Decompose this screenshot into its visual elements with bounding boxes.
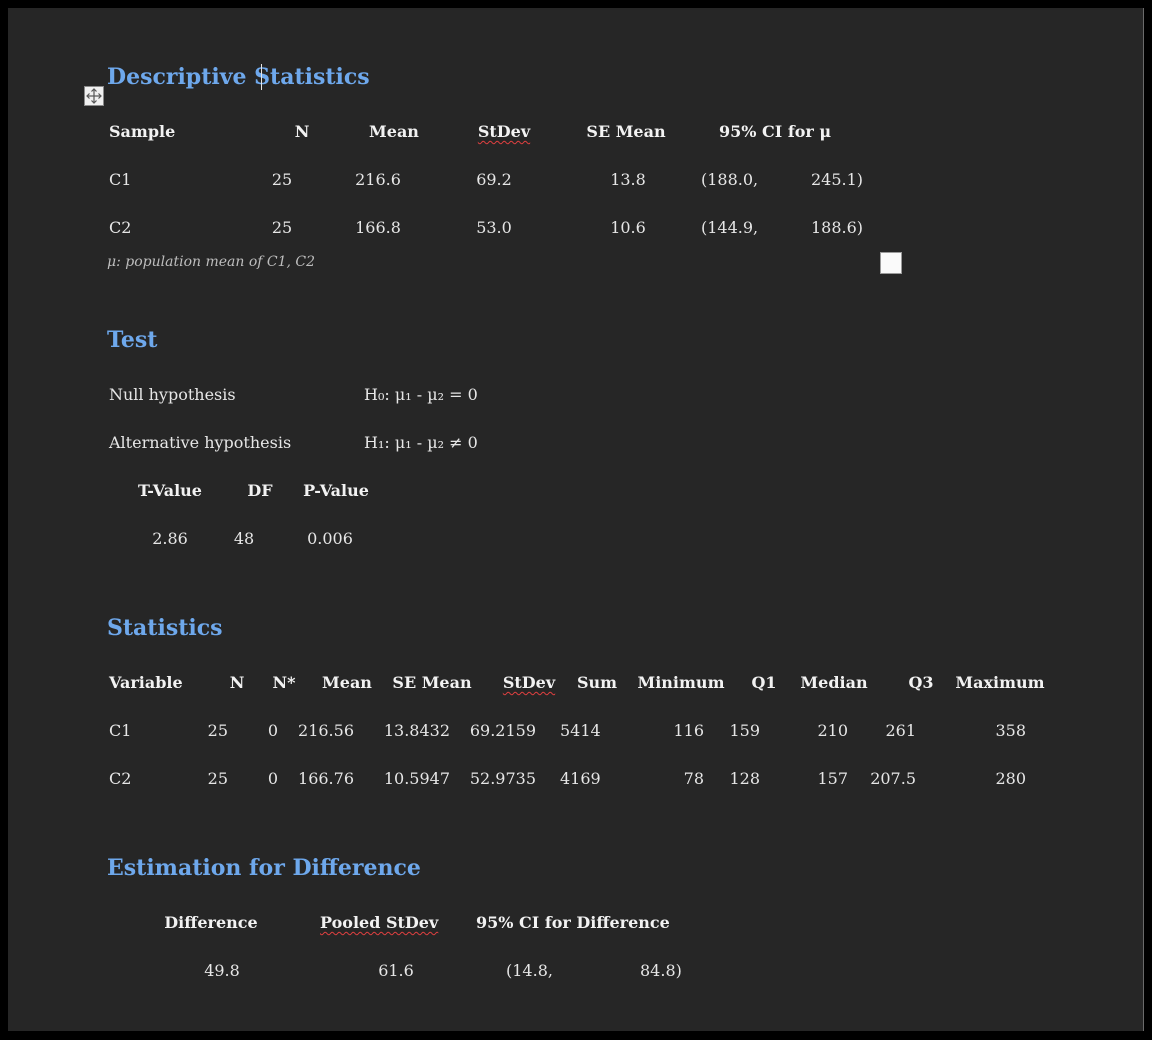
cell-sum: 4169 [560,769,601,788]
population-mean-note: μ: population mean of C1, C2 [107,254,316,270]
cell-mean: 166.76 [298,769,354,788]
checkbox-icon[interactable] [880,252,902,274]
header-variable: Variable [109,673,183,692]
cell-q1: 128 [729,769,760,788]
null-hypothesis-label: Null hypothesis [109,385,236,404]
cell-maximum: 358 [995,721,1026,740]
header-ci-difference: 95% CI for Difference [476,913,670,932]
p-value: 0.006 [307,529,353,548]
header-t-value: T-Value [138,481,202,500]
header-q1: Q1 [751,673,777,692]
estimation-heading: Estimation for Difference [107,855,421,881]
cell-ci-low: (188.0, [701,170,759,189]
cell-minimum: 78 [683,769,704,788]
document-page: Descriptive Statistics Sample N Mean StD… [8,8,1144,1031]
cell-n-star: 0 [267,721,278,740]
cell-stdev: 52.9735 [469,769,536,788]
t-value: 2.86 [152,529,188,548]
header-stdev: StDev [502,673,556,692]
move-arrows-icon [86,88,102,104]
cell-median: 157 [817,769,848,788]
cell-stdev: 53.0 [476,218,512,237]
ci-low-value: (14.8, [506,961,553,980]
cell-n: 25 [207,769,228,788]
header-mean: Mean [322,673,372,692]
cell-n-star: 0 [267,769,278,788]
header-se-mean: SE Mean [586,122,666,141]
header-difference: Difference [164,913,258,932]
cell-q3: 207.5 [870,769,916,788]
null-hypothesis-value: H₀: μ₁ - µ₂ = 0 [364,385,478,404]
header-n: N [229,673,245,692]
cell-stdev: 69.2 [476,170,512,189]
cell-q1: 159 [729,721,760,740]
table-move-handle[interactable] [84,86,104,106]
cell-ci-low: (144.9, [701,218,759,237]
cell-mean: 216.56 [298,721,354,740]
header-minimum: Minimum [637,673,725,692]
cell-se-mean: 10.5947 [383,769,450,788]
cell-mean: 216.6 [355,170,401,189]
statistics-heading: Statistics [107,615,223,641]
text-cursor [261,64,262,90]
descriptive-statistics-heading: Descriptive Statistics [107,64,370,90]
cell-sample: C1 [109,170,132,189]
header-q3: Q3 [908,673,934,692]
header-n-star: N* [272,673,296,692]
header-stdev: StDev [477,122,531,141]
header-maximum: Maximum [955,673,1045,692]
header-sum: Sum [576,673,618,692]
cell-ci-high: 188.6) [811,218,864,237]
header-sample: Sample [109,122,176,141]
cell-se-mean: 10.6 [610,218,646,237]
alternative-hypothesis-value: H₁: μ₁ - µ₂ ≠ 0 [364,433,478,452]
difference-value: 49.8 [204,961,240,980]
cell-median: 210 [817,721,848,740]
cell-n: 25 [207,721,228,740]
header-se-mean: SE Mean [392,673,472,692]
header-ci-mu: 95% CI for μ [719,122,832,141]
cell-variable: C2 [109,769,132,788]
cell-n: 25 [271,170,293,189]
header-pooled-stdev: Pooled StDev [320,913,439,932]
cell-se-mean: 13.8 [610,170,646,189]
cell-sum: 5414 [560,721,601,740]
test-heading: Test [107,327,158,353]
header-p-value: P-Value [303,481,369,500]
cell-q3: 261 [885,721,916,740]
header-df: DF [247,481,273,500]
cell-se-mean: 13.8432 [383,721,450,740]
header-n: N [294,122,310,141]
cell-ci-high: 245.1) [811,170,864,189]
cell-stdev: 69.2159 [469,721,536,740]
header-median: Median [800,673,868,692]
cell-minimum: 116 [673,721,704,740]
ci-high-value: 84.8) [640,961,682,980]
df-value: 48 [233,529,255,548]
cell-maximum: 280 [995,769,1026,788]
cell-mean: 166.8 [355,218,401,237]
alternative-hypothesis-label: Alternative hypothesis [109,433,292,452]
cell-variable: C1 [109,721,132,740]
header-mean: Mean [369,122,419,141]
cell-n: 25 [271,218,293,237]
pooled-stdev-value: 61.6 [378,961,414,980]
cell-sample: C2 [109,218,132,237]
